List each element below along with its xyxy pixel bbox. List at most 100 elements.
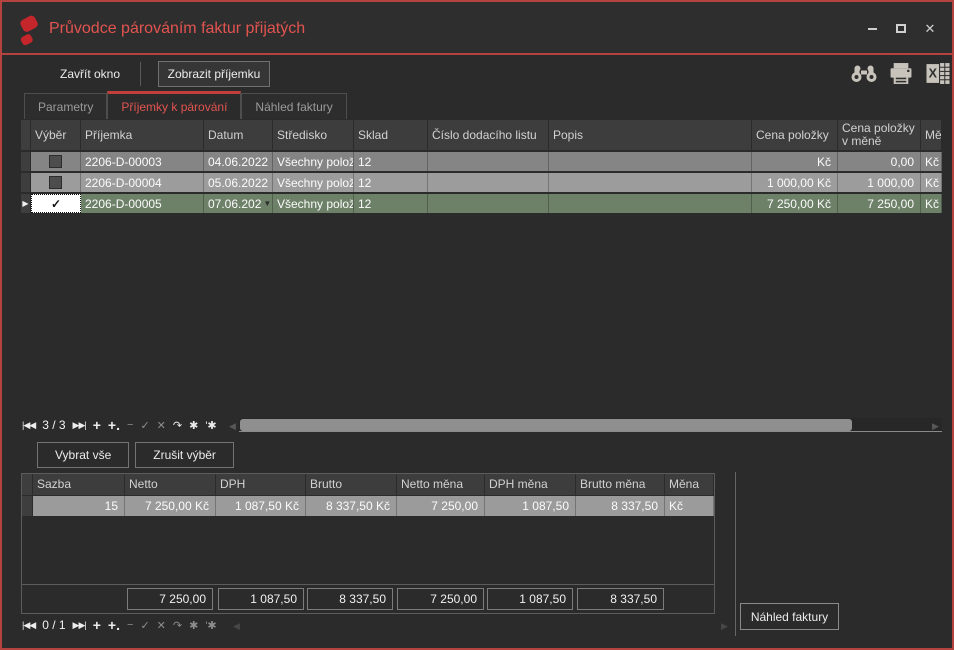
binoculars-search-icon[interactable]	[851, 62, 877, 85]
grid-cell[interactable]: 1 087,50	[485, 496, 576, 516]
scrollbar-thumb[interactable]	[240, 419, 852, 431]
clear-selection-button[interactable]: Zrušit výběr	[135, 442, 234, 468]
grid-cell[interactable]: 15	[33, 496, 125, 516]
grid-cell[interactable]	[428, 194, 549, 213]
table-row[interactable]: ▶✓2206-D-0000507.06.202▼Všechny položky1…	[21, 194, 942, 213]
cancel-button[interactable]: ✕	[157, 419, 166, 432]
grid-cell[interactable]: Všechny položky	[273, 194, 354, 213]
grid-cell[interactable]: 2206-D-00005	[81, 194, 204, 213]
filter-edit-button[interactable]: '✱	[205, 419, 216, 432]
excel-export-icon[interactable]: X	[925, 62, 951, 85]
column-header[interactable]: Měna	[921, 120, 942, 150]
tab-prijemky-k-parovani[interactable]: Příjemky k párování	[107, 91, 242, 119]
tab-nahled-faktury[interactable]: Náhled faktury	[241, 93, 347, 119]
column-header[interactable]: Brutto měna	[576, 474, 665, 495]
grid-cell[interactable]: 1 000,00 Kč	[752, 173, 838, 192]
post-button[interactable]: ✓	[140, 419, 149, 432]
row-checkbox-cell[interactable]	[31, 152, 81, 171]
column-header[interactable]: Popis	[549, 120, 752, 150]
first-record-button[interactable]: |◀◀	[22, 420, 36, 431]
print-icon[interactable]	[888, 62, 914, 85]
delete-button[interactable]: −	[127, 419, 133, 431]
grid-cell[interactable]	[549, 194, 752, 213]
grid-cell[interactable]: 1 087,50 Kč	[216, 496, 306, 516]
grid-cell[interactable]: 8 337,50	[576, 496, 665, 516]
grid-cell[interactable]: 05.06.2022	[204, 173, 273, 192]
checkbox-unchecked-icon[interactable]	[49, 155, 62, 168]
filter-edit-button[interactable]: '✱	[205, 619, 216, 632]
scroll-right-icon[interactable]: ▶	[721, 621, 728, 632]
grid-cell[interactable]: 2206-D-00003	[81, 152, 204, 171]
grid-cell[interactable]: Kč	[665, 496, 714, 516]
scroll-right-icon[interactable]: ▶	[932, 421, 939, 432]
grid-cell[interactable]: Kč	[921, 194, 942, 213]
last-record-button[interactable]: ▶▶|	[73, 620, 87, 631]
column-header[interactable]: Brutto	[306, 474, 397, 495]
grid-cell[interactable]: 0,00	[838, 152, 921, 171]
column-header[interactable]: Sklad	[354, 120, 428, 150]
grid-cell[interactable]	[549, 173, 752, 192]
grid-cell[interactable]: 04.06.2022	[204, 152, 273, 171]
invoice-preview-button[interactable]: Náhled faktury	[740, 603, 839, 630]
column-header[interactable]: Výběr	[31, 120, 81, 150]
column-header[interactable]: Měna	[665, 474, 714, 495]
filter-button[interactable]: ✱	[189, 619, 198, 632]
minimize-button[interactable]	[864, 21, 880, 37]
grid-cell[interactable]: 07.06.202 ▼	[204, 194, 273, 213]
grid-cell[interactable]: 7 250,00 Kč	[125, 496, 216, 516]
grid-cell[interactable]: Kč	[921, 152, 942, 171]
grid-cell[interactable]	[428, 152, 549, 171]
dropdown-arrow-icon[interactable]: ▼	[261, 199, 271, 208]
column-header[interactable]: Příjemka	[81, 120, 204, 150]
grid-cell[interactable]: 8 337,50 Kč	[306, 496, 397, 516]
first-record-button[interactable]: |◀◀	[22, 620, 36, 631]
column-header[interactable]: Číslo dodacího listu	[428, 120, 549, 150]
filter-button[interactable]: ✱	[189, 419, 198, 432]
grid-cell[interactable]: 7 250,00 Kč	[752, 194, 838, 213]
row-checkbox-cell[interactable]	[31, 173, 81, 192]
post-button[interactable]: ✓	[140, 619, 149, 632]
grid-cell[interactable]: 1 000,00	[838, 173, 921, 192]
grid-cell[interactable]: Kč	[921, 173, 942, 192]
table-row[interactable]: 2206-D-0000405.06.2022Všechny položky12 1…	[21, 173, 942, 192]
grid-cell[interactable]: 7 250,00	[397, 496, 485, 516]
column-header[interactable]: Středisko	[273, 120, 354, 150]
show-receipt-button[interactable]: Zobrazit příjemku	[158, 61, 270, 87]
add-child-button[interactable]: +.	[108, 417, 120, 433]
column-header[interactable]: Cena položky	[752, 120, 838, 150]
column-header[interactable]: Sazba	[33, 474, 125, 495]
grid-cell[interactable]: 7 250,00	[838, 194, 921, 213]
maximize-button[interactable]	[893, 21, 909, 37]
cancel-button[interactable]: ✕	[157, 619, 166, 632]
tab-parametry[interactable]: Parametry	[24, 93, 108, 119]
add-button[interactable]: +	[93, 617, 101, 633]
column-header[interactable]: Netto	[125, 474, 216, 495]
grid-cell[interactable]: 12	[354, 194, 428, 213]
close-window-button[interactable]: Zavřít okno	[40, 61, 140, 87]
last-record-button[interactable]: ▶▶|	[73, 420, 87, 431]
refresh-button[interactable]: ↷	[173, 619, 182, 632]
column-header[interactable]: Netto měna	[397, 474, 485, 495]
add-button[interactable]: +	[93, 417, 101, 433]
grid-cell[interactable]: 2206-D-00004	[81, 173, 204, 192]
select-all-button[interactable]: Vybrat vše	[37, 442, 130, 468]
table-row[interactable]: 2206-D-0000304.06.2022Všechny položky12 K…	[21, 152, 942, 171]
grid-cell[interactable]: Kč	[752, 152, 838, 171]
grid-cell[interactable]: Všechny položky	[273, 152, 354, 171]
add-child-button[interactable]: +.	[108, 617, 120, 633]
column-header[interactable]: Cena položky v měně	[838, 120, 921, 150]
delete-button[interactable]: −	[127, 619, 133, 631]
refresh-button[interactable]: ↷	[173, 419, 182, 432]
checkbox-unchecked-icon[interactable]	[49, 176, 62, 189]
scroll-left-icon[interactable]: ◀	[233, 621, 240, 632]
row-checkbox[interactable]: ✓	[31, 194, 81, 213]
column-header[interactable]: Datum	[204, 120, 273, 150]
column-header[interactable]: DPH měna	[485, 474, 576, 495]
close-button[interactable]: ✕	[922, 21, 938, 37]
horizontal-scrollbar[interactable]	[239, 418, 942, 432]
grid-cell[interactable]	[428, 173, 549, 192]
grid-cell[interactable]: 12	[354, 152, 428, 171]
column-header[interactable]: DPH	[216, 474, 306, 495]
grid-cell[interactable]	[549, 152, 752, 171]
scroll-left-icon[interactable]: ◀	[229, 421, 236, 432]
